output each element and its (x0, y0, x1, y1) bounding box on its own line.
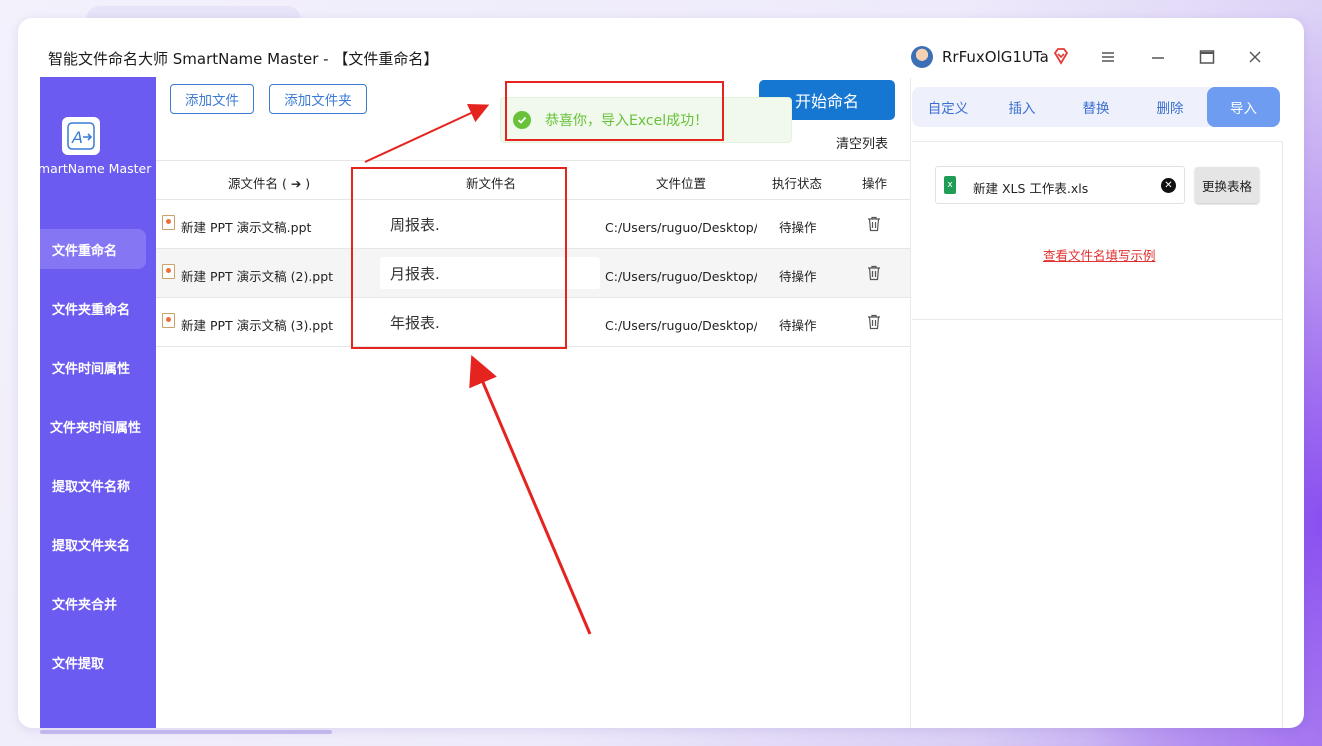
clear-list-button[interactable]: 清空列表 (836, 133, 888, 152)
sidebar-item-folder-time[interactable]: 文件夹时间属性 (40, 406, 146, 446)
panel-divider (910, 78, 911, 728)
sidebar-item-label: 文件夹重命名 (52, 302, 131, 318)
sidebar-item-label: 提取文件夹名 (52, 538, 131, 554)
sidebar-item-label: 文件夹合并 (52, 597, 118, 613)
operation-tabs: 自定义 插入 替换 删除 导入 (912, 87, 1280, 127)
trash-icon[interactable] (867, 265, 881, 281)
status-text: 待操作 (779, 220, 817, 235)
logo-name: SmartName Master (30, 161, 152, 176)
background-bar (40, 730, 332, 734)
excel-file-icon: x (944, 176, 956, 194)
sidebar-item-extract-foldername[interactable]: 提取文件夹名 (40, 524, 146, 564)
username[interactable]: RrFuxOlG1UTa (942, 48, 1049, 66)
sidebar-item-label: 文件重命名 (52, 243, 118, 259)
tab-import[interactable]: 导入 (1207, 87, 1280, 127)
tab-custom[interactable]: 自定义 (912, 87, 984, 127)
sidebar-item-file-extract[interactable]: 文件提取 (40, 642, 146, 682)
status-text: 待操作 (779, 318, 817, 333)
ppt-file-icon (162, 264, 175, 279)
app-logo: A (62, 117, 100, 155)
source-filename: 新建 PPT 演示文稿 (3).ppt (181, 318, 334, 333)
sidebar-item-label: 提取文件名称 (52, 479, 131, 495)
clear-icon[interactable]: ✕ (1161, 178, 1176, 193)
divider (912, 319, 1282, 320)
header-action: 操作 (862, 176, 888, 191)
window-title: 智能文件命名大师 SmartName Master - 【文件重命名】 (48, 50, 439, 68)
xls-file-field[interactable]: x 新建 XLS 工作表.xls ✕ (935, 166, 1185, 204)
title-bar: 智能文件命名大师 SmartName Master - 【文件重命名】 RrFu… (18, 18, 1304, 76)
minimize-icon[interactable] (1149, 48, 1167, 66)
tab-delete[interactable]: 删除 (1134, 87, 1206, 127)
source-filename: 新建 PPT 演示文稿 (2).ppt (181, 269, 334, 284)
svg-text:A: A (71, 128, 83, 147)
tab-insert[interactable]: 插入 (986, 87, 1058, 127)
trash-icon[interactable] (867, 216, 881, 232)
sidebar-item-extract-filename[interactable]: 提取文件名称 (40, 465, 146, 505)
status-text: 待操作 (779, 269, 817, 284)
replace-table-button[interactable]: 更换表格 (1195, 167, 1259, 203)
avatar[interactable] (911, 46, 933, 68)
header-status: 执行状态 (772, 176, 823, 191)
sidebar-item-label: 文件时间属性 (52, 361, 131, 377)
sidebar-item-label: 文件提取 (52, 656, 105, 672)
sidebar-item-file-rename[interactable]: 文件重命名 (40, 229, 146, 269)
trash-icon[interactable] (867, 314, 881, 330)
annotation-box-newnames (351, 167, 567, 349)
close-icon[interactable] (1246, 48, 1264, 66)
menu-icon[interactable] (1099, 48, 1117, 66)
sidebar-item-folder-merge[interactable]: 文件夹合并 (40, 583, 146, 623)
sidebar-item-label: 文件夹时间属性 (50, 420, 142, 436)
file-location: C:/Users/ruguo/Desktop/新 (605, 318, 757, 333)
add-folder-button[interactable]: 添加文件夹 (269, 84, 367, 114)
add-file-button[interactable]: 添加文件 (170, 84, 254, 114)
divider (912, 141, 1282, 142)
source-filename: 新建 PPT 演示文稿.ppt (181, 220, 312, 235)
header-source[interactable]: 源文件名 ( ➔ ) (228, 173, 310, 192)
file-location: C:/Users/ruguo/Desktop/新 (605, 220, 757, 235)
ppt-file-icon (162, 313, 175, 328)
vip-diamond-icon[interactable] (1052, 47, 1070, 65)
ppt-file-icon (162, 215, 175, 230)
maximize-icon[interactable] (1198, 48, 1216, 66)
divider (1282, 141, 1283, 728)
example-link[interactable]: 查看文件名填写示例 (1043, 245, 1156, 264)
tab-replace[interactable]: 替换 (1060, 87, 1132, 127)
sidebar-item-folder-rename[interactable]: 文件夹重命名 (40, 288, 146, 328)
sidebar: A SmartName Master 文件重命名 文件夹重命名 文件时间属性 文… (30, 77, 156, 728)
header-location: 文件位置 (656, 176, 707, 191)
xls-filename: 新建 XLS 工作表.xls (973, 181, 1089, 196)
sidebar-item-file-time[interactable]: 文件时间属性 (40, 347, 146, 387)
annotation-box-toast (505, 81, 724, 141)
file-location: C:/Users/ruguo/Desktop/新 (605, 269, 757, 284)
